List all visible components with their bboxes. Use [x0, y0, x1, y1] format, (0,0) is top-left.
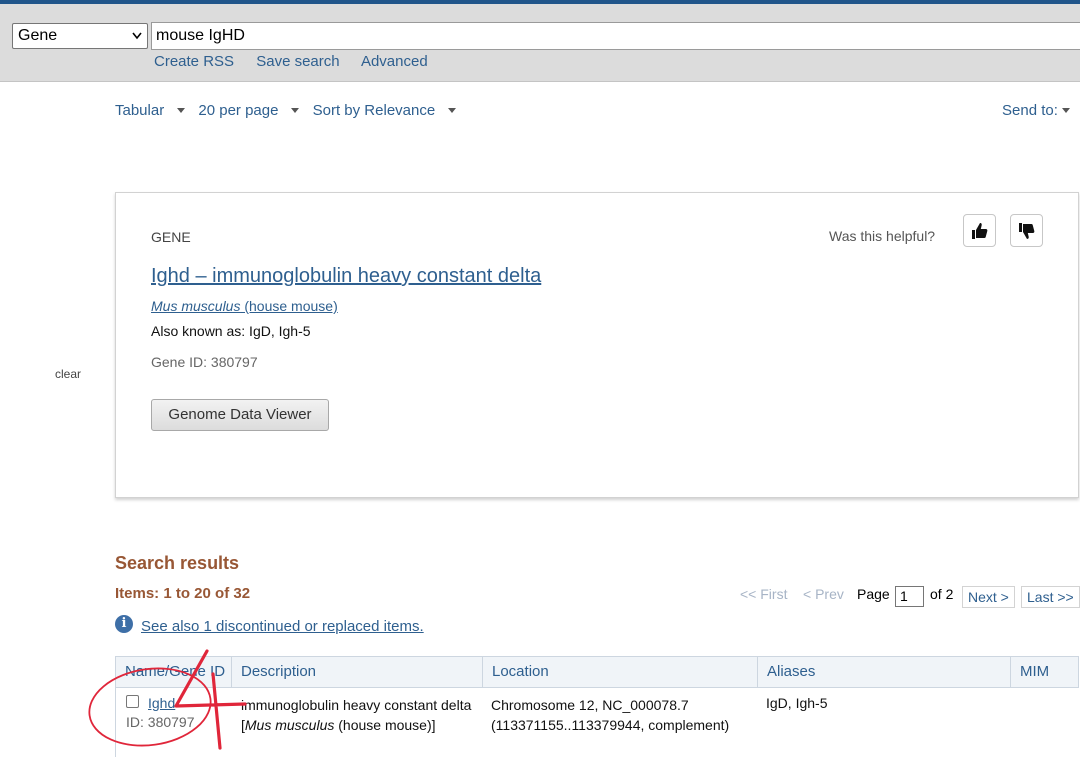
prev-page-link: < Prev — [803, 586, 844, 602]
per-page-menu[interactable]: 20 per page — [198, 102, 300, 119]
next-page-button[interactable]: Next > — [962, 586, 1015, 608]
row-description: immunoglobulin heavy constant delta [Mus… — [241, 695, 476, 735]
thumbs-down-button[interactable] — [1010, 214, 1043, 247]
results-table-header: Name/Gene ID Description Location Aliase… — [115, 656, 1079, 688]
send-to-label: Send to: — [1002, 102, 1058, 119]
caret-down-icon — [177, 108, 186, 113]
card-kind-label: GENE — [151, 229, 191, 245]
advanced-link[interactable]: Advanced — [361, 53, 428, 70]
row-aliases: IgD, Igh-5 — [766, 695, 828, 711]
thumbs-up-button[interactable] — [963, 214, 996, 247]
gene-id: Gene ID: 380797 — [151, 354, 258, 370]
row-description-tail: (house mouse)] — [334, 717, 436, 733]
caret-down-icon — [1061, 108, 1070, 113]
organism-latin: Mus musculus — [151, 298, 241, 314]
page-label: Page — [857, 586, 890, 602]
save-search-link[interactable]: Save search — [256, 53, 339, 70]
clear-link[interactable]: clear — [55, 367, 81, 381]
database-select[interactable]: Gene — [12, 23, 148, 49]
search-results-heading: Search results — [115, 553, 240, 573]
sort-menu[interactable]: Sort by Relevance — [313, 102, 457, 119]
per-page-label: 20 per page — [198, 102, 279, 119]
database-select-value: Gene — [18, 27, 58, 44]
last-page-button[interactable]: Last >> — [1021, 586, 1080, 608]
column-header-mim[interactable]: MIM — [1011, 657, 1078, 687]
chevron-down-icon — [131, 24, 143, 56]
column-header-name[interactable]: Name/Gene ID — [116, 657, 232, 687]
gene-sensor-card: GENE Was this helpful? Ighd – immunoglob… — [115, 192, 1079, 498]
first-page-link: << First — [740, 586, 788, 602]
table-row: Ighd ID: 380797 immunoglobulin heavy con… — [115, 688, 1079, 757]
row-description-organism: Mus musculus — [244, 717, 335, 733]
search-bar: Gene mouse IgHD Create RSS Save search A… — [0, 4, 1080, 82]
genome-data-viewer-button[interactable]: Genome Data Viewer — [151, 399, 329, 431]
organism-common: (house mouse) — [240, 298, 338, 314]
caret-down-icon — [448, 108, 457, 113]
page-number-input[interactable]: 1 — [895, 586, 924, 607]
helpful-prompt: Was this helpful? — [829, 228, 936, 244]
format-label: Tabular — [115, 102, 165, 119]
row-gene-name-link[interactable]: Ighd — [148, 695, 175, 711]
column-header-description[interactable]: Description — [232, 657, 483, 687]
thumbs-down-icon — [1019, 223, 1035, 239]
send-to-menu[interactable]: Send to: — [1002, 102, 1070, 119]
thumbs-up-icon — [972, 223, 988, 239]
column-header-location[interactable]: Location — [483, 657, 758, 687]
caret-down-icon — [291, 108, 300, 113]
items-count: Items: 1 to 20 of 32 — [115, 585, 251, 602]
create-rss-link[interactable]: Create RSS — [154, 53, 234, 70]
see-also-link[interactable]: See also 1 discontinued or replaced item… — [141, 618, 424, 635]
display-settings: Tabular 20 per page Sort by Relevance — [115, 102, 465, 119]
row-location: Chromosome 12, NC_000078.7 (113371155..1… — [491, 697, 730, 733]
search-links: Create RSS Save search Advanced — [154, 53, 446, 70]
format-menu[interactable]: Tabular — [115, 102, 186, 119]
sort-label: Sort by Relevance — [312, 102, 436, 119]
info-icon: i — [115, 615, 133, 633]
column-header-aliases[interactable]: Aliases — [758, 657, 1011, 687]
row-checkbox[interactable] — [126, 695, 139, 708]
gene-title-link[interactable]: Ighd – immunoglobulin heavy constant del… — [151, 265, 541, 288]
organism-link[interactable]: Mus musculus (house mouse) — [151, 298, 338, 314]
search-input[interactable]: mouse IgHD — [151, 22, 1080, 50]
also-known-as: Also known as: IgD, Igh-5 — [151, 323, 311, 339]
page-total: of 2 — [930, 586, 954, 602]
row-gene-id: ID: 380797 — [126, 714, 195, 730]
